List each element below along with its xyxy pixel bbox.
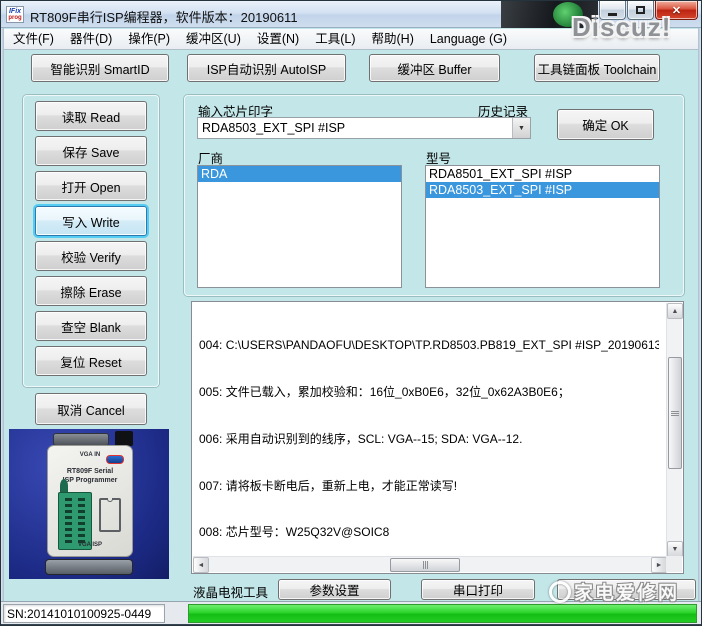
autoisp-button[interactable]: ISP自动识别 AutoISP — [187, 54, 346, 82]
photo-watermark — [501, 1, 598, 28]
close-button[interactable]: ✕ — [655, 1, 698, 20]
toolchain-button[interactable]: 工具链面板 Toolchain — [534, 54, 660, 82]
vendor-item-rda[interactable]: RDA — [198, 166, 401, 182]
zif-lever — [60, 479, 68, 493]
log-line: 007: 请将板卡断电后，重新上电，才能正常读写! — [199, 478, 458, 493]
log-line: 006: 采用自动识别到的线序，SCL: VGA--15; SDA: VGA--… — [199, 431, 523, 446]
log-line: 008: 芯片型号：W25Q32V@SOIC8 — [199, 525, 390, 540]
serial-number: SN:20141010100925-0449 — [3, 604, 165, 623]
horizontal-scroll-thumb[interactable] — [390, 558, 460, 572]
vga-connector-bottom — [45, 559, 133, 575]
progress-bar — [188, 604, 697, 623]
menu-buffer[interactable]: 缓冲区(U) — [178, 29, 249, 50]
app-icon: IFix prog — [6, 6, 24, 23]
reset-button[interactable]: 复位 Reset — [35, 346, 147, 376]
parameter-settings-button[interactable]: 参数设置 — [278, 579, 391, 600]
device-photo: VGA IN RT809F Serial ISP Programmer VGA … — [9, 429, 169, 579]
programmer-body: VGA IN RT809F Serial ISP Programmer VGA … — [47, 445, 133, 557]
app-icon-text-top: IFix — [8, 8, 22, 15]
open-button[interactable]: 打开 Open — [35, 171, 147, 201]
log-line: 004: C:\USERS\PANDAOFU\DESKTOP\TP.RD8503… — [199, 338, 659, 353]
menu-language[interactable]: Language (G) — [422, 29, 515, 50]
model-listbox[interactable]: RDA8501_EXT_SPI #ISP RDA8503_EXT_SPI #IS… — [425, 165, 660, 288]
maximize-icon — [636, 6, 645, 14]
bottom-extra-button[interactable] — [557, 579, 696, 600]
verify-button[interactable]: 校验 Verify — [35, 241, 147, 271]
title-bar[interactable]: IFix prog RT809F串行ISP编程器，软件版本：20190611 ✕ — [1, 1, 701, 28]
dip8-outline — [99, 498, 121, 532]
minimize-icon — [608, 12, 617, 16]
usb-logo — [106, 455, 124, 464]
scroll-up-icon[interactable]: ▲ — [667, 303, 683, 319]
menu-help[interactable]: 帮助(H) — [364, 29, 422, 50]
app-window: IFix prog RT809F串行ISP编程器，软件版本：20190611 ✕… — [0, 0, 702, 626]
power-jack — [115, 431, 133, 446]
buffer-button[interactable]: 缓冲区 Buffer — [369, 54, 500, 82]
save-button[interactable]: 保存 Save — [35, 136, 147, 166]
smartid-button[interactable]: 智能识别 SmartID — [31, 54, 169, 82]
model-item-rda8501[interactable]: RDA8501_EXT_SPI #ISP — [426, 166, 659, 182]
window-frame-right — [698, 28, 701, 601]
minimize-button[interactable] — [599, 1, 626, 20]
chip-input[interactable] — [198, 118, 512, 138]
blank-button[interactable]: 查空 Blank — [35, 311, 147, 341]
close-icon: ✕ — [671, 4, 682, 17]
erase-button[interactable]: 擦除 Erase — [35, 276, 147, 306]
photo-name-line1: RT809F Serial — [66, 468, 114, 475]
model-item-rda8503[interactable]: RDA8503_EXT_SPI #ISP — [426, 182, 659, 198]
vertical-scroll-thumb[interactable] — [668, 357, 682, 469]
serial-print-button[interactable]: 串口打印 — [421, 579, 535, 600]
ok-button[interactable]: 确定 OK — [557, 109, 654, 140]
log-textbox[interactable]: 004: C:\USERS\PANDAOFU\DESKTOP\TP.RD8503… — [191, 301, 684, 574]
chip-combobox[interactable]: ▼ — [197, 117, 531, 139]
menu-bar: 文件(F) 器件(D) 操作(P) 缓冲区(U) 设置(N) 工具(L) 帮助(… — [1, 29, 701, 50]
menu-operation[interactable]: 操作(P) — [120, 29, 178, 50]
log-horizontal-scrollbar[interactable]: ◄ ► — [193, 556, 667, 573]
scrollbar-corner — [666, 556, 682, 572]
app-icon-text-bottom: prog — [8, 15, 22, 21]
scroll-left-icon[interactable]: ◄ — [193, 557, 209, 573]
cancel-button[interactable]: 取消 Cancel — [35, 393, 147, 425]
green-dot-watermark — [553, 2, 583, 27]
menu-file[interactable]: 文件(F) — [5, 29, 62, 50]
menu-device[interactable]: 器件(D) — [62, 29, 120, 50]
log-line: 005: 文件已载入，累加校验和：16位_0xB0E6，32位_0x62A3B0… — [199, 384, 570, 399]
log-lines: 004: C:\USERS\PANDAOFU\DESKTOP\TP.RD8503… — [199, 307, 659, 555]
scroll-down-icon[interactable]: ▼ — [667, 541, 683, 557]
read-button[interactable]: 读取 Read — [35, 101, 147, 131]
menu-settings[interactable]: 设置(N) — [249, 29, 307, 50]
write-button[interactable]: 写入 Write — [35, 206, 147, 236]
vendor-listbox[interactable]: RDA — [197, 165, 402, 288]
photo-bottom-label: VGA ISP — [77, 542, 103, 548]
window-title: RT809F串行ISP编程器，软件版本：20190611 — [30, 10, 298, 25]
scroll-right-icon[interactable]: ► — [651, 557, 667, 573]
maximize-button[interactable] — [627, 1, 654, 20]
lcd-tv-tools-label: 液晶电视工具 — [193, 586, 269, 600]
window-frame-left — [1, 28, 4, 601]
log-vertical-scrollbar[interactable]: ▲ ▼ — [666, 303, 683, 557]
status-bar: SN:20141010100925-0449 — [1, 601, 701, 624]
menu-tools[interactable]: 工具(L) — [307, 29, 363, 50]
chevron-down-icon[interactable]: ▼ — [512, 118, 530, 138]
